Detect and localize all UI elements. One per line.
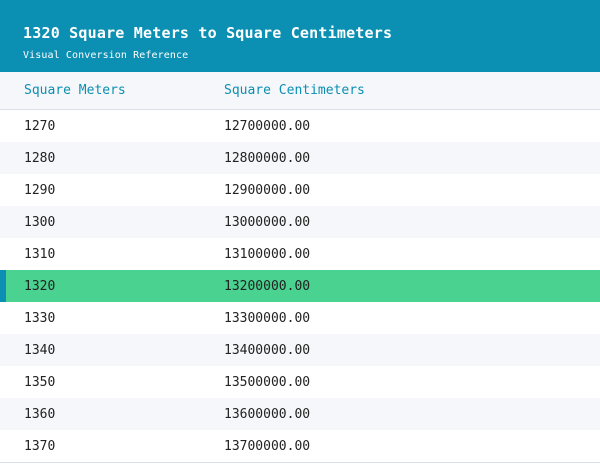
cell-square-centimeters: 13300000.00 bbox=[224, 311, 311, 326]
cell-square-meters: 1310 bbox=[24, 247, 56, 262]
cell-square-meters: 1270 bbox=[24, 119, 56, 134]
cell-square-centimeters: 12800000.00 bbox=[224, 151, 311, 166]
highlight-marker bbox=[0, 270, 6, 302]
table-row: 1280 12800000.00 bbox=[0, 142, 600, 174]
cell-square-centimeters: 12900000.00 bbox=[224, 183, 311, 198]
cell-square-centimeters: 13600000.00 bbox=[224, 407, 311, 422]
cell-square-meters: 1350 bbox=[24, 375, 56, 390]
table-row: 1360 13600000.00 bbox=[0, 398, 600, 430]
page-subtitle: Visual Conversion Reference bbox=[23, 50, 189, 61]
table-row: 1300 13000000.00 bbox=[0, 206, 600, 238]
table-row: 1270 12700000.00 bbox=[0, 110, 600, 142]
table-row: 1340 13400000.00 bbox=[0, 334, 600, 366]
table-body: 1270 12700000.00 1280 12800000.00 1290 1… bbox=[0, 110, 600, 463]
cell-square-meters: 1290 bbox=[24, 183, 56, 198]
table-row: 1330 13300000.00 bbox=[0, 302, 600, 334]
cell-square-centimeters: 13000000.00 bbox=[224, 215, 311, 230]
table-row: 1350 13500000.00 bbox=[0, 366, 600, 398]
cell-square-meters: 1370 bbox=[24, 439, 56, 454]
cell-square-centimeters: 13500000.00 bbox=[224, 375, 311, 390]
page-title: 1320 Square Meters to Square Centimeters bbox=[23, 24, 393, 42]
table-row: 1310 13100000.00 bbox=[0, 238, 600, 270]
column-header-square-centimeters: Square Centimeters bbox=[224, 83, 365, 98]
cell-square-centimeters: 13700000.00 bbox=[224, 439, 311, 454]
cell-square-centimeters: 13100000.00 bbox=[224, 247, 311, 262]
cell-square-meters: 1330 bbox=[24, 311, 56, 326]
cell-square-centimeters: 12700000.00 bbox=[224, 119, 311, 134]
cell-square-meters: 1340 bbox=[24, 343, 56, 358]
header-banner: 1320 Square Meters to Square Centimeters… bbox=[0, 0, 600, 72]
table-row: 1370 13700000.00 bbox=[0, 430, 600, 462]
conversion-page: 1320 Square Meters to Square Centimeters… bbox=[0, 0, 600, 466]
cell-square-meters: 1320 bbox=[24, 279, 56, 294]
column-header-square-meters: Square Meters bbox=[24, 83, 126, 98]
table-row: 1290 12900000.00 bbox=[0, 174, 600, 206]
cell-square-meters: 1280 bbox=[24, 151, 56, 166]
cell-square-meters: 1300 bbox=[24, 215, 56, 230]
table-bottom-divider bbox=[0, 462, 600, 463]
table-row-highlighted: 1320 13200000.00 bbox=[0, 270, 600, 302]
cell-square-centimeters: 13200000.00 bbox=[224, 279, 311, 294]
table-header: Square Meters Square Centimeters bbox=[0, 72, 600, 110]
cell-square-meters: 1360 bbox=[24, 407, 56, 422]
cell-square-centimeters: 13400000.00 bbox=[224, 343, 311, 358]
